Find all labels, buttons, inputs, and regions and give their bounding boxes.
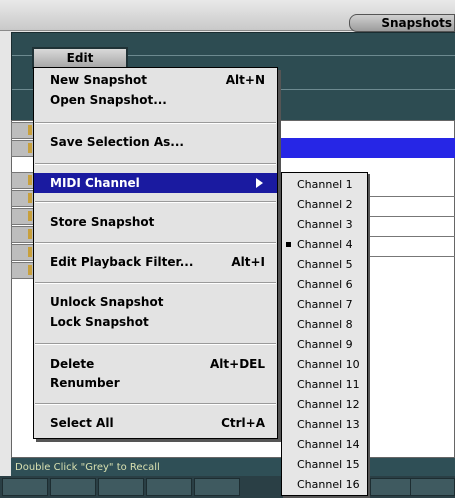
submenu-arrow-icon xyxy=(256,178,263,188)
status-text: Double Click "Grey" to Recall xyxy=(15,461,160,473)
channel-label: Channel 8 xyxy=(297,318,353,331)
channel-label: Channel 12 xyxy=(297,398,360,411)
menu-item-shortcut: Alt+I xyxy=(231,255,265,269)
channel-label: Channel 13 xyxy=(297,418,360,431)
channel-menu-item[interactable]: Channel 14 xyxy=(282,435,367,455)
channel-menu-item[interactable]: Channel 7 xyxy=(282,295,367,315)
channel-label: Channel 4 xyxy=(297,238,353,251)
list-row-divider xyxy=(370,196,455,197)
menu-item-label: Renumber xyxy=(50,376,120,390)
bottom-cell[interactable] xyxy=(2,478,48,496)
list-row-divider xyxy=(370,236,455,237)
channel-label: Channel 16 xyxy=(297,478,360,491)
bottom-cell[interactable] xyxy=(410,478,455,496)
midi-channel-submenu: Channel 1 Channel 2 Channel 3 Channel 4 … xyxy=(281,172,368,496)
channel-menu-item[interactable]: Channel 16 xyxy=(282,475,367,495)
channel-label: Channel 9 xyxy=(297,338,353,351)
menu-item-label: Lock Snapshot xyxy=(50,315,149,329)
menu-item-new-snapshot[interactable]: New Snapshot Alt+N xyxy=(34,70,277,90)
channel-menu-item[interactable]: Channel 5 xyxy=(282,255,367,275)
checkmark-icon xyxy=(286,242,291,247)
menu-separator xyxy=(35,282,276,284)
menu-separator xyxy=(35,242,276,244)
channel-menu-item[interactable]: Channel 1 xyxy=(282,175,367,195)
menu-separator xyxy=(35,122,276,124)
channel-label: Channel 1 xyxy=(297,178,353,191)
menu-item-label: MIDI Channel xyxy=(50,176,140,190)
menu-item-label: Select All xyxy=(50,416,114,430)
menu-item-lock-snapshot[interactable]: Lock Snapshot xyxy=(34,312,277,332)
channel-label: Channel 7 xyxy=(297,298,353,311)
channel-menu-item[interactable]: Channel 15 xyxy=(282,455,367,475)
channel-menu-item[interactable]: Channel 8 xyxy=(282,315,367,335)
channel-menu-item[interactable]: Channel 10 xyxy=(282,355,367,375)
channel-menu-item[interactable]: Channel 3 xyxy=(282,215,367,235)
snapshots-tab[interactable]: Snapshots xyxy=(349,14,455,32)
status-bar: Double Click "Grey" to Recall xyxy=(11,458,455,476)
menu-item-renumber[interactable]: Renumber xyxy=(34,373,277,393)
menu-item-edit-playback-filter[interactable]: Edit Playback Filter... Alt+I xyxy=(34,252,277,272)
menu-item-shortcut: Alt+DEL xyxy=(210,357,265,371)
bottom-cell[interactable] xyxy=(146,478,192,496)
menu-item-select-all[interactable]: Select All Ctrl+A xyxy=(34,413,277,433)
channel-label: Channel 6 xyxy=(297,278,353,291)
menu-separator xyxy=(35,343,276,345)
selected-list-row[interactable] xyxy=(270,138,455,158)
menu-item-save-selection-as[interactable]: Save Selection As... xyxy=(34,132,277,152)
channel-menu-item[interactable]: Channel 13 xyxy=(282,415,367,435)
menu-item-unlock-snapshot[interactable]: Unlock Snapshot xyxy=(34,292,277,312)
menu-item-open-snapshot[interactable]: Open Snapshot... xyxy=(34,90,277,110)
menu-item-store-snapshot[interactable]: Store Snapshot xyxy=(34,212,277,232)
menu-item-shortcut: Ctrl+A xyxy=(221,416,265,430)
bottom-cell[interactable] xyxy=(50,478,96,496)
channel-label: Channel 14 xyxy=(297,438,360,451)
channel-menu-item[interactable]: Channel 9 xyxy=(282,335,367,355)
menu-item-label: Delete xyxy=(50,357,95,371)
menu-item-label: Store Snapshot xyxy=(50,215,155,229)
menu-item-midi-channel[interactable]: MIDI Channel xyxy=(34,173,277,193)
list-row-divider xyxy=(370,256,455,257)
channel-label: Channel 11 xyxy=(297,378,360,391)
list-row-divider xyxy=(370,216,455,217)
bottom-cell[interactable] xyxy=(98,478,144,496)
channel-menu-item[interactable]: Channel 2 xyxy=(282,195,367,215)
channel-label: Channel 3 xyxy=(297,218,353,231)
menu-item-label: New Snapshot xyxy=(50,73,147,87)
menu-item-label: Save Selection As... xyxy=(50,135,184,149)
menu-separator xyxy=(35,201,276,203)
menu-separator xyxy=(35,163,276,165)
menu-separator xyxy=(35,403,276,405)
channel-label: Channel 10 xyxy=(297,358,360,371)
edit-menu-button[interactable]: Edit xyxy=(32,47,128,69)
channel-label: Channel 15 xyxy=(297,458,360,471)
bottom-cell[interactable] xyxy=(194,478,240,496)
menu-item-shortcut: Alt+N xyxy=(225,73,265,87)
channel-menu-item[interactable]: Channel 12 xyxy=(282,395,367,415)
channel-label: Channel 2 xyxy=(297,198,353,211)
channel-label: Channel 5 xyxy=(297,258,353,271)
menu-item-label: Unlock Snapshot xyxy=(50,295,164,309)
menu-item-delete[interactable]: Delete Alt+DEL xyxy=(34,354,277,374)
menu-item-label: Edit Playback Filter... xyxy=(50,255,194,269)
menu-item-label: Open Snapshot... xyxy=(50,93,167,107)
channel-menu-item[interactable]: Channel 6 xyxy=(282,275,367,295)
edit-dropdown-menu: New Snapshot Alt+N Open Snapshot... Save… xyxy=(33,67,278,439)
channel-menu-item-checked[interactable]: Channel 4 xyxy=(282,235,367,255)
channel-menu-item[interactable]: Channel 11 xyxy=(282,375,367,395)
